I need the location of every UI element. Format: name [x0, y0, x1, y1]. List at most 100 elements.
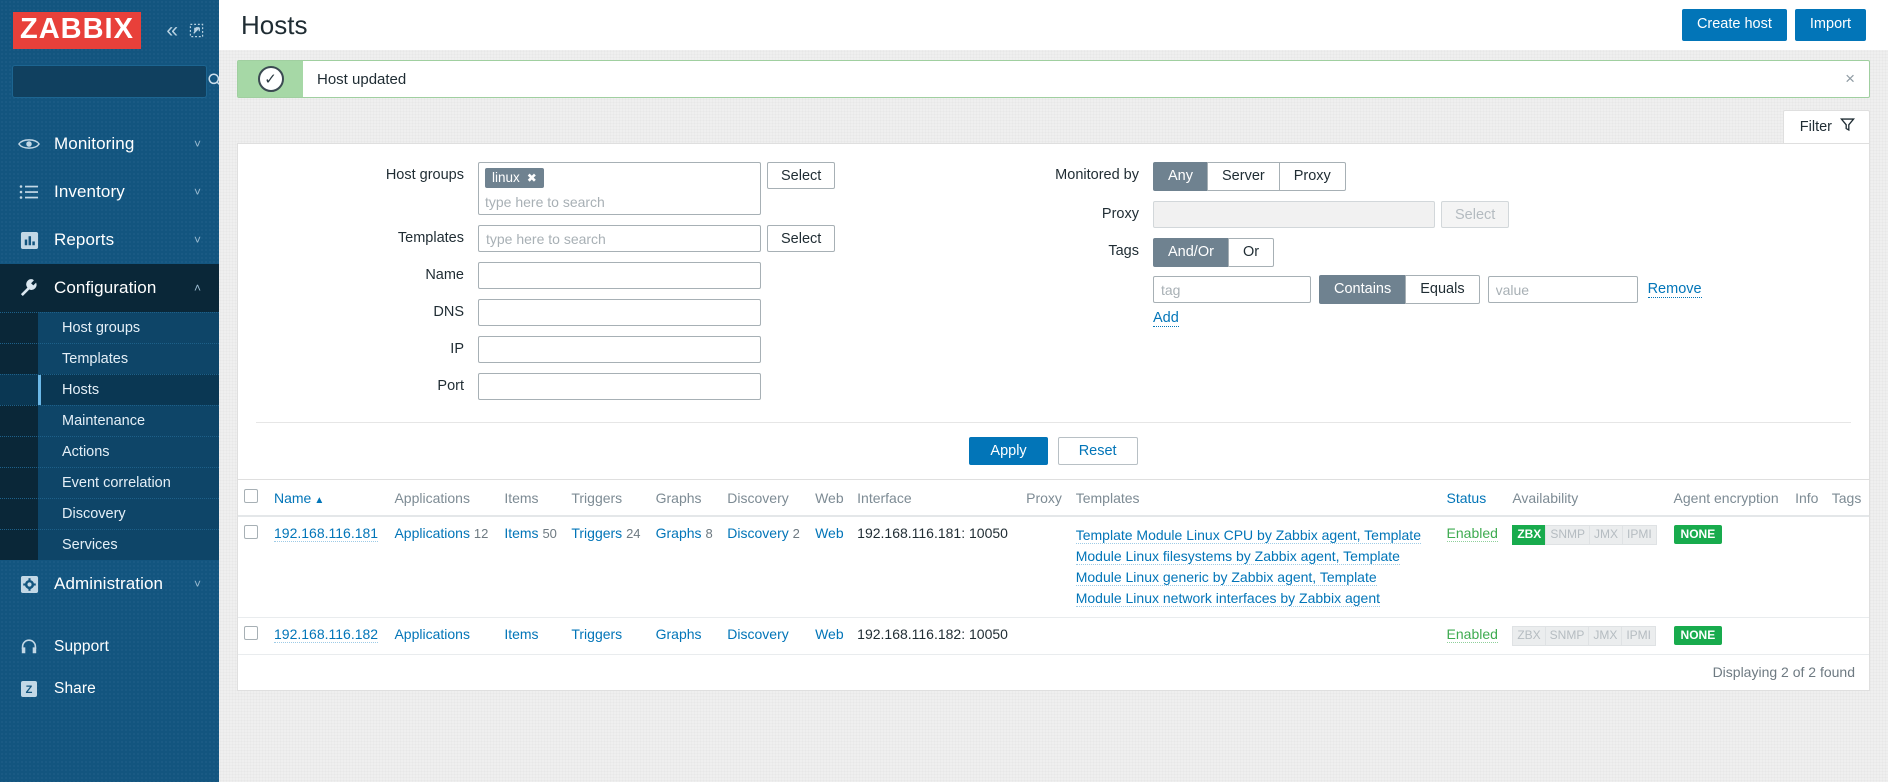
- tag-value-input[interactable]: [1487, 276, 1638, 304]
- cell-info: [1789, 617, 1826, 655]
- tags-or-button[interactable]: Or: [1227, 238, 1275, 268]
- zabbix-z-icon: Z: [14, 680, 44, 698]
- port-label: Port: [437, 378, 464, 394]
- sidebar-item-reports[interactable]: Reports ˅: [0, 216, 219, 264]
- monitored-by-proxy-button[interactable]: Proxy: [1278, 162, 1346, 192]
- items-link[interactable]: Items: [504, 525, 538, 541]
- discovery-link[interactable]: Discovery: [727, 626, 788, 642]
- tag-equals-button[interactable]: Equals: [1405, 275, 1480, 305]
- chip-remove-icon[interactable]: ✖: [527, 171, 537, 185]
- status-link[interactable]: Enabled: [1446, 626, 1498, 643]
- sidebar-item-support[interactable]: Support: [0, 626, 219, 668]
- results-count: Displaying 2 of 2 found: [1712, 663, 1855, 680]
- eye-icon: [14, 136, 44, 152]
- sidebar-item-hosts[interactable]: Hosts: [0, 374, 219, 405]
- tags-andor-button[interactable]: And/Or: [1153, 238, 1228, 268]
- graphs-link[interactable]: Graphs: [656, 626, 702, 642]
- templates-input[interactable]: [478, 225, 761, 252]
- cell-web: Web: [809, 516, 852, 618]
- sidebar-item-configuration[interactable]: Configuration ˄: [0, 264, 219, 312]
- sidebar-item-actions[interactable]: Actions: [0, 436, 219, 467]
- select-all-checkbox[interactable]: [244, 489, 258, 503]
- sidebar-item-label: Administration: [54, 574, 164, 593]
- expand-sidebar-icon[interactable]: [189, 20, 204, 41]
- cell-tags: [1825, 516, 1869, 618]
- host-name-link[interactable]: 192.168.116.182: [274, 626, 379, 643]
- sidebar-item-administration[interactable]: Administration ˅: [0, 560, 219, 608]
- host-groups-select-button[interactable]: Select: [767, 162, 836, 189]
- triggers-link[interactable]: Triggers: [571, 525, 622, 541]
- template-link[interactable]: Module Linux network interfaces by Zabbi…: [1075, 590, 1380, 607]
- sidebar-item-share[interactable]: Z Share: [0, 668, 219, 710]
- applications-link[interactable]: Applications: [394, 525, 470, 541]
- sidebar-subitem-label: Event correlation: [62, 475, 171, 491]
- name-input[interactable]: [478, 262, 761, 289]
- monitored-by-any-button[interactable]: Any: [1153, 162, 1207, 192]
- reset-button[interactable]: Reset: [1057, 437, 1138, 465]
- collapse-sidebar-icon[interactable]: «: [166, 20, 178, 41]
- sidebar-header: ZABBIX «: [0, 0, 219, 59]
- availability-zbx: ZBX: [1512, 525, 1547, 545]
- availability-zbx: ZBX: [1512, 626, 1546, 646]
- create-host-button[interactable]: Create host: [1681, 9, 1787, 41]
- sort-arrow-icon: ▲: [314, 494, 325, 506]
- sidebar-item-event-correlation[interactable]: Event correlation: [0, 467, 219, 498]
- host-name-link[interactable]: 192.168.116.181: [274, 525, 379, 542]
- sidebar-item-inventory[interactable]: Inventory ˅: [0, 168, 219, 216]
- hosts-table: Name ▲ Applications Items Triggers Graphs…: [238, 480, 1869, 655]
- tab-filter[interactable]: Filter: [1782, 110, 1870, 143]
- sidebar-item-monitoring[interactable]: Monitoring ˅: [0, 120, 219, 168]
- template-link[interactable]: Template Module Linux CPU by Zabbix agen…: [1075, 527, 1421, 544]
- sidebar-item-services[interactable]: Services: [0, 529, 219, 560]
- filter-field-port: Port: [238, 373, 978, 400]
- sidebar-item-templates[interactable]: Templates: [0, 343, 219, 374]
- host-groups-multiselect[interactable]: linux ✖ type here to search: [478, 162, 761, 215]
- import-button[interactable]: Import: [1794, 9, 1866, 41]
- dns-input[interactable]: [478, 299, 761, 326]
- template-link[interactable]: Module Linux filesystems by Zabbix agent…: [1075, 548, 1400, 565]
- items-link[interactable]: Items: [504, 626, 538, 642]
- row-checkbox[interactable]: [244, 626, 258, 640]
- tag-contains-button[interactable]: Contains: [1319, 275, 1406, 305]
- ip-input[interactable]: [478, 336, 761, 363]
- sidebar-nav: Monitoring ˅ Inventory ˅ Reports ˅ Confi…: [0, 120, 219, 710]
- web-link[interactable]: Web: [815, 525, 844, 541]
- graphs-link[interactable]: Graphs: [656, 525, 702, 541]
- tag-add-link[interactable]: Add: [1153, 310, 1179, 328]
- column-header-proxy: Proxy: [1020, 480, 1070, 517]
- sidebar-item-host-groups[interactable]: Host groups: [0, 312, 219, 343]
- sidebar-item-label: Support: [54, 638, 109, 655]
- discovery-link[interactable]: Discovery: [727, 525, 788, 541]
- template-link[interactable]: Module Linux generic by Zabbix agent, Te…: [1075, 569, 1377, 586]
- templates-select-button[interactable]: Select: [767, 225, 836, 252]
- availability-snmp: SNMP: [1544, 626, 1590, 646]
- search-input[interactable]: [22, 72, 207, 91]
- close-icon[interactable]: ×: [1831, 61, 1869, 97]
- host-groups-placeholder[interactable]: type here to search: [485, 194, 754, 210]
- list-icon: [14, 184, 44, 200]
- sidebar-item-discovery[interactable]: Discovery: [0, 498, 219, 529]
- web-link[interactable]: Web: [815, 626, 844, 642]
- ip-label: IP: [450, 341, 464, 357]
- status-badge: NONE: [1673, 525, 1723, 544]
- tag-remove-link[interactable]: Remove: [1647, 281, 1702, 299]
- apply-button[interactable]: Apply: [969, 437, 1048, 465]
- port-input[interactable]: [478, 373, 761, 400]
- applications-link[interactable]: Applications: [394, 626, 470, 642]
- cell-info: [1789, 516, 1826, 618]
- monitored-by-server-button[interactable]: Server: [1207, 162, 1279, 192]
- tag-name-input[interactable]: [1153, 276, 1311, 304]
- sidebar-item-maintenance[interactable]: Maintenance: [0, 405, 219, 436]
- row-checkbox[interactable]: [244, 525, 258, 539]
- column-header-status[interactable]: Status: [1440, 480, 1507, 517]
- status-link[interactable]: Enabled: [1446, 525, 1498, 542]
- zabbix-logo: ZABBIX: [13, 12, 141, 49]
- svg-text:Z: Z: [26, 684, 33, 696]
- triggers-link[interactable]: Triggers: [571, 626, 622, 642]
- sidebar-search[interactable]: [12, 65, 219, 98]
- row-select-cell: [238, 617, 268, 655]
- search-icon[interactable]: [207, 72, 219, 92]
- chip-linux[interactable]: linux ✖: [485, 168, 544, 188]
- column-header-templates: Templates: [1069, 480, 1441, 517]
- column-header-name[interactable]: Name ▲: [268, 480, 389, 517]
